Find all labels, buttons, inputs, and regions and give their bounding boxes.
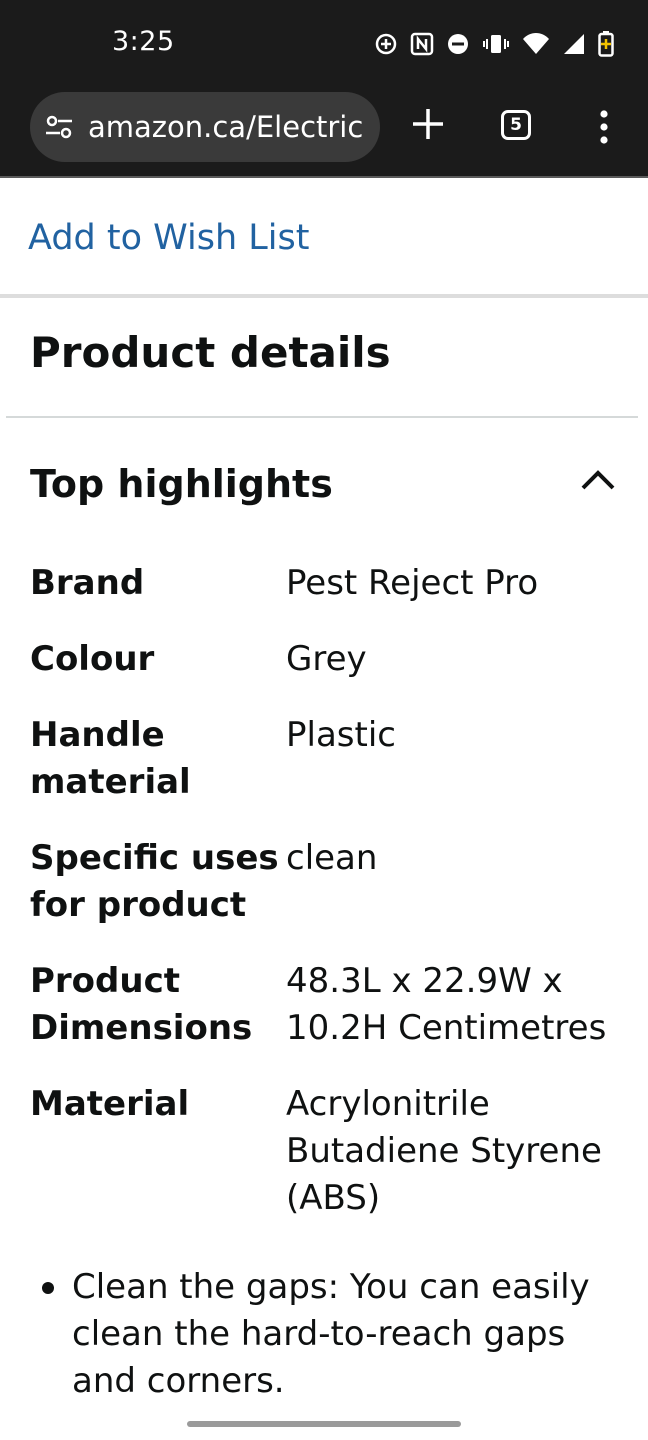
toolbar-divider	[0, 176, 648, 178]
spec-value: Plastic	[286, 715, 396, 755]
spec-row: Material Acrylonitrile Butadiene Styrene…	[30, 1081, 630, 1222]
spec-value: clean	[286, 838, 378, 878]
overflow-menu-icon[interactable]	[597, 110, 611, 144]
do-not-disturb-icon	[446, 32, 470, 56]
browser-toolbar: amazon.ca/Electric 5	[0, 86, 648, 178]
spec-row: Product Dimensions 48.3L x 22.9W x 10.2H…	[30, 958, 630, 1052]
spec-row: Brand Pest Reject Pro	[30, 560, 630, 607]
feature-bullet-list: Clean the gaps: You can easily clean the…	[30, 1264, 620, 1405]
spec-value: Grey	[286, 639, 367, 679]
status-icons	[374, 30, 614, 58]
spec-label: Product Dimensions	[30, 961, 253, 1048]
nfc-icon	[410, 32, 434, 56]
status-bar: 3:25	[0, 0, 648, 86]
url-text[interactable]: amazon.ca/Electric	[88, 110, 370, 144]
specs-table: Brand Pest Reject Pro Colour Grey Handle…	[30, 560, 630, 1251]
spec-label: Specific uses for product	[30, 838, 279, 925]
battery-charging-icon	[598, 31, 614, 57]
section-separator	[0, 294, 648, 298]
spec-row: Colour Grey	[30, 636, 630, 683]
site-settings-icon[interactable]	[44, 114, 74, 145]
spec-label: Brand	[30, 563, 145, 603]
spec-label: Colour	[30, 639, 155, 679]
product-details-heading: Product details	[30, 328, 391, 377]
signal-icon	[562, 32, 586, 56]
bullet-text: Clean the gaps: You can easily clean the…	[72, 1267, 590, 1401]
spec-label: Material	[30, 1084, 190, 1124]
wifi-icon	[522, 32, 550, 56]
spec-value: 48.3L x 22.9W x 10.2H Centimetres	[286, 961, 607, 1048]
home-indicator[interactable]	[187, 1421, 461, 1427]
list-item: Clean the gaps: You can easily clean the…	[30, 1264, 620, 1405]
spec-label: Handle material	[30, 715, 191, 802]
spec-value: Pest Reject Pro	[286, 563, 539, 603]
spec-row: Specific uses for product clean	[30, 835, 630, 929]
add-circle-icon	[374, 32, 398, 56]
status-time: 3:25	[112, 26, 175, 57]
tab-switcher-icon[interactable]: 5	[501, 110, 531, 140]
address-bar[interactable]: amazon.ca/Electric	[30, 92, 380, 162]
bullet-icon	[42, 1282, 54, 1294]
spec-value: Acrylonitrile Butadiene Styrene (ABS)	[286, 1084, 602, 1218]
vibrate-icon	[482, 32, 510, 56]
new-tab-plus-icon[interactable]	[410, 106, 446, 142]
spec-row: Handle material Plastic	[30, 712, 630, 806]
chevron-up-icon[interactable]	[580, 466, 616, 492]
divider	[6, 416, 638, 418]
add-to-wish-list-link[interactable]: Add to Wish List	[28, 218, 309, 258]
top-highlights-heading[interactable]: Top highlights	[30, 462, 333, 506]
